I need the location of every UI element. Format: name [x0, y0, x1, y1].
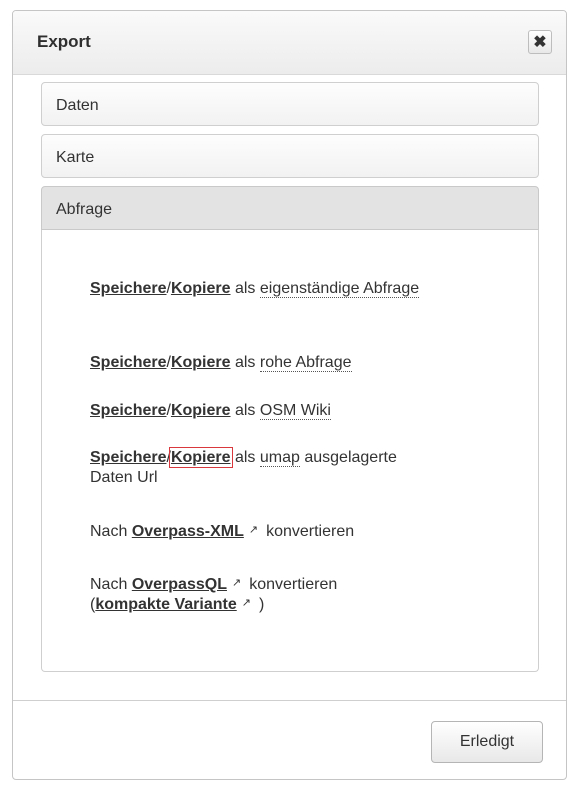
export-standalone-query-row: Speichere/Kopiere als eigenständige Abfr… — [90, 279, 510, 299]
convert-to-text: Nach — [90, 576, 128, 593]
convert-to-text: Nach — [90, 523, 128, 540]
save-standalone-link[interactable]: Speichere — [90, 280, 166, 297]
osm-wiki-term: OSM Wiki — [259, 402, 331, 420]
as-text: als — [234, 449, 256, 466]
raw-query-term: rohe Abfrage — [259, 354, 352, 372]
export-osm-wiki-row: Speichere/Kopiere als OSM Wiki — [90, 401, 510, 421]
save-wiki-link[interactable]: Speichere — [90, 402, 166, 419]
standalone-query-term: eigenständige Abfrage — [259, 280, 420, 298]
umap-term: umap — [259, 449, 300, 467]
external-link-icon: ↗ — [248, 524, 259, 536]
convert-overpass-xml-row: Nach Overpass-XML ↗ konvertieren — [90, 522, 510, 542]
umap-data-url-text: Daten Url — [90, 469, 158, 486]
external-link-icon: ↗ — [241, 597, 251, 609]
copy-standalone-link[interactable]: Kopiere — [171, 280, 231, 297]
done-button[interactable]: Erledigt — [431, 721, 543, 763]
as-text: als — [234, 280, 256, 297]
compact-variant-link[interactable]: kompakte Variante — [95, 596, 236, 613]
copy-wiki-link[interactable]: Kopiere — [171, 402, 231, 419]
overpass-xml-link[interactable]: Overpass-XML — [132, 523, 244, 540]
as-text: als — [234, 402, 256, 419]
close-icon: ✖ — [533, 34, 547, 51]
accordion-header-data[interactable]: Daten — [41, 82, 539, 126]
convert-text: konvertieren — [266, 523, 355, 540]
footer-separator — [13, 700, 566, 701]
convert-text: konvertieren — [249, 576, 338, 593]
copy-raw-link[interactable]: Kopiere — [171, 354, 231, 371]
export-raw-query-row: Speichere/Kopiere als rohe Abfrage — [90, 353, 510, 373]
overpassql-link[interactable]: OverpassQL — [132, 576, 227, 593]
umap-rest-text: ausgelagerte — [304, 449, 397, 466]
query-panel: Speichere/Kopiere als eigenständige Abfr… — [41, 230, 539, 672]
dialog-titlebar: Export ✖ — [13, 11, 566, 75]
external-link-icon: ↗ — [231, 577, 242, 589]
dialog-title: Export — [37, 32, 91, 51]
convert-overpassql-row: Nach OverpassQL ↗ konvertieren (kompakte V… — [90, 575, 510, 615]
as-text: als — [234, 354, 256, 371]
close-paren: ) — [258, 596, 265, 613]
export-dialog: Export ✖ Daten Karte Abfrage Speichere/K… — [12, 10, 567, 780]
accordion-header-query[interactable]: Abfrage — [41, 186, 539, 230]
export-accordion: Daten Karte Abfrage Speichere/Kopiere al… — [41, 82, 539, 672]
accordion-header-map[interactable]: Karte — [41, 134, 539, 178]
copy-umap-link[interactable]: Kopiere — [168, 447, 233, 468]
save-umap-link[interactable]: Speichere — [90, 449, 166, 466]
save-raw-link[interactable]: Speichere — [90, 354, 166, 371]
export-umap-row: Speichere/Kopiere als umap ausgelagerte … — [90, 447, 510, 488]
close-button[interactable]: ✖ — [528, 30, 552, 54]
